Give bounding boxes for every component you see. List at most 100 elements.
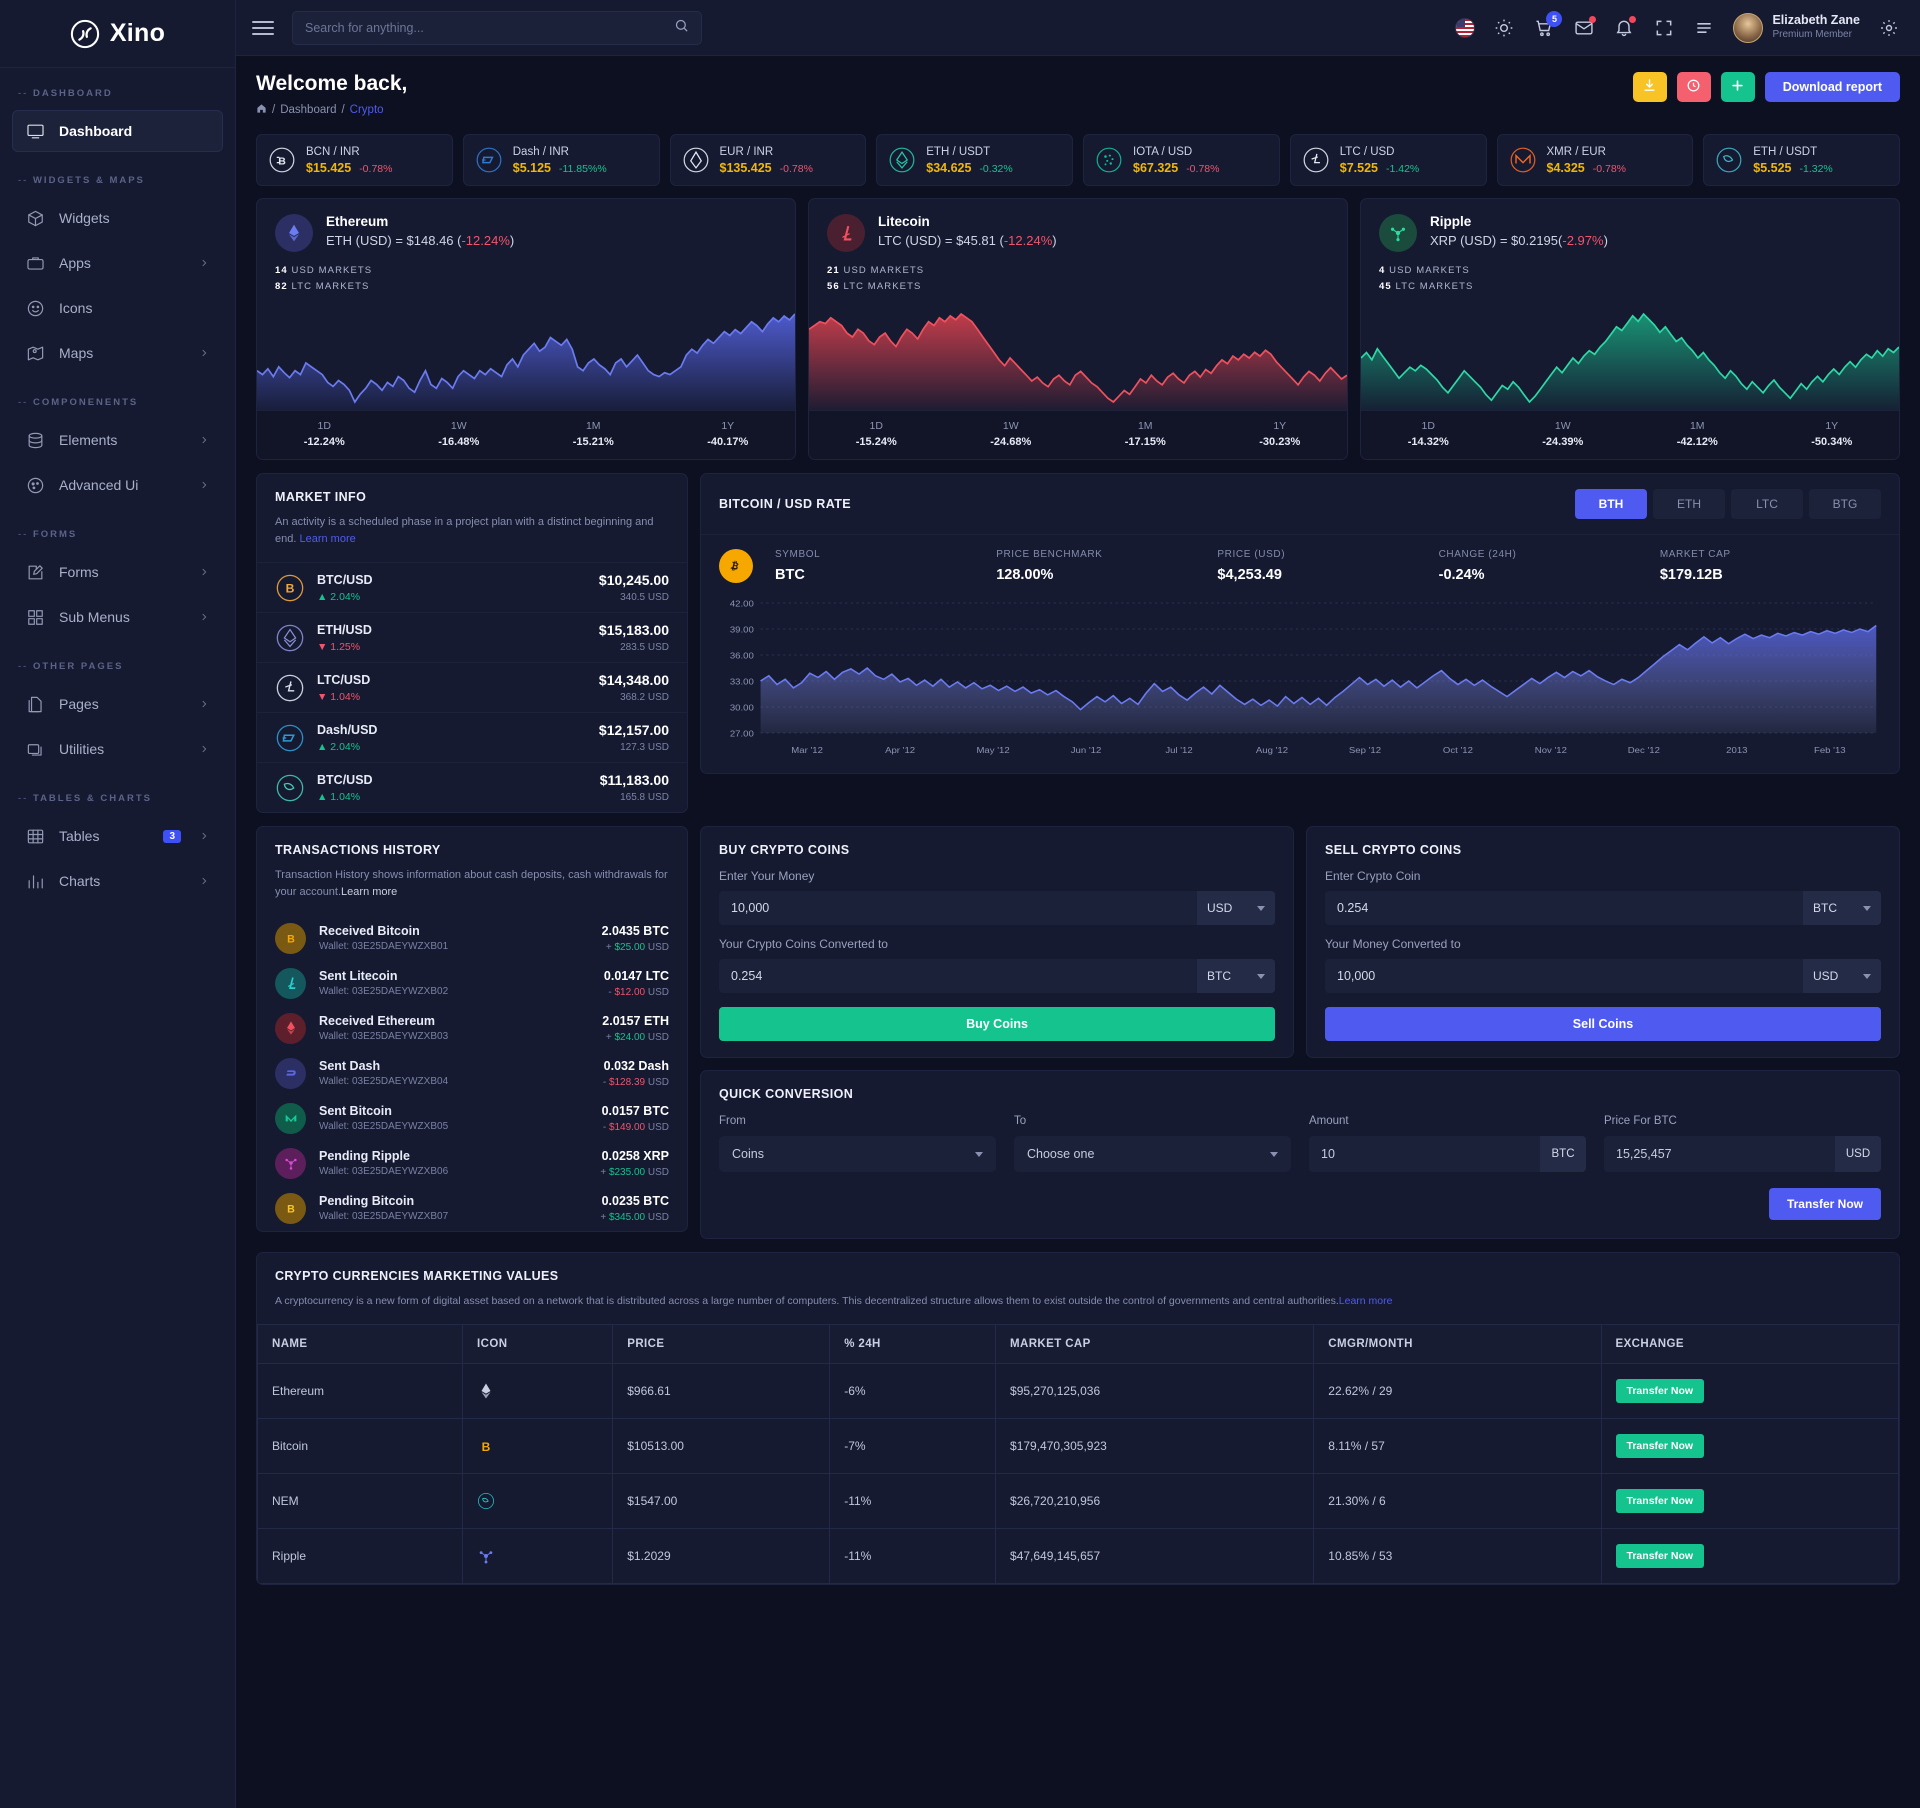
fullscreen-icon[interactable]: [1653, 17, 1675, 39]
menu-icon[interactable]: [252, 17, 274, 39]
period-cell[interactable]: 1D -14.32%: [1361, 420, 1496, 448]
sidebar-item-icons[interactable]: Icons: [12, 287, 223, 329]
sidebar-item-sub-menus[interactable]: Sub Menus: [12, 596, 223, 638]
buy-currency-select[interactable]: USD: [1197, 891, 1275, 926]
sidebar-item-charts[interactable]: Charts: [12, 860, 223, 902]
buy-coins-button[interactable]: Buy Coins: [719, 1007, 1275, 1042]
bell-icon[interactable]: [1613, 15, 1637, 39]
period-cell[interactable]: 1D -15.24%: [809, 420, 944, 448]
sidebar-item-apps[interactable]: Apps: [12, 242, 223, 284]
sell-converted-field[interactable]: USD: [1325, 959, 1881, 994]
period-cell[interactable]: 1Y -40.17%: [661, 420, 796, 448]
sidebar-item-elements[interactable]: Elements: [12, 419, 223, 461]
sell-coin-select[interactable]: BTC: [1803, 891, 1881, 926]
ticker-card[interactable]: ETH / USDT $34.625 -0.32%: [876, 134, 1073, 186]
transaction-row[interactable]: B Pending Bitcoin Wallet: 03E25DAEYWZXB07 0…: [257, 1186, 687, 1231]
market-info-learn-more-link[interactable]: Learn more: [299, 533, 355, 545]
qc-to-select[interactable]: Choose one: [1014, 1136, 1291, 1173]
buy-converted-field[interactable]: BTC: [719, 959, 1275, 994]
buy-amount-input[interactable]: [719, 891, 1197, 926]
sell-coins-button[interactable]: Sell Coins: [1325, 1007, 1881, 1042]
user-menu[interactable]: Elizabeth Zane Premium Member: [1733, 12, 1860, 43]
transaction-row[interactable]: Sent Litecoin Wallet: 03E25DAEYWZXB02 0.01…: [257, 961, 687, 1006]
flag-us-icon[interactable]: [1455, 17, 1476, 38]
transfer-now-button[interactable]: Transfer Now: [1615, 1433, 1705, 1458]
mail-icon[interactable]: [1573, 15, 1597, 39]
ticker-card[interactable]: EUR / INR $135.425 -0.78%: [669, 134, 867, 186]
ticker-card[interactable]: LTC / USD $7.525 -1.42%: [1289, 134, 1487, 186]
ticker-card[interactable]: XMR / EUR $4.325 -0.78%: [1496, 134, 1694, 186]
sell-currency-select[interactable]: USD: [1803, 959, 1881, 994]
transaction-row[interactable]: Received Ethereum Wallet: 03E25DAEYWZXB03…: [257, 1006, 687, 1051]
download-report-button[interactable]: Download report: [1764, 72, 1900, 102]
sidebar-item-advanced-ui[interactable]: Advanced Ui: [12, 464, 223, 506]
transfer-now-button[interactable]: Transfer Now: [1615, 1488, 1705, 1513]
period-cell[interactable]: 1Y -30.23%: [1213, 420, 1348, 448]
period-cell[interactable]: 1D -12.24%: [257, 420, 392, 448]
transaction-row[interactable]: B Received Bitcoin Wallet: 03E25DAEYWZXB01…: [257, 916, 687, 961]
search-icon[interactable]: [674, 18, 689, 38]
buy-coin-select[interactable]: BTC: [1197, 959, 1275, 994]
sidebar-item-maps[interactable]: Maps: [12, 332, 223, 374]
rate-tab-eth[interactable]: ETH: [1653, 489, 1725, 520]
home-icon[interactable]: [256, 103, 267, 117]
period-cell[interactable]: 1W -24.39%: [1496, 420, 1631, 448]
sell-amount-field[interactable]: BTC: [1325, 891, 1881, 926]
period-cell[interactable]: 1W -24.68%: [944, 420, 1079, 448]
sidebar-item-utilities[interactable]: Utilities: [12, 728, 223, 770]
search-box[interactable]: [292, 10, 702, 45]
ticker-card[interactable]: ETH / USDT $5.525 -1.32%: [1703, 134, 1900, 186]
period-cell[interactable]: 1Y -50.34%: [1765, 420, 1900, 448]
period-cell[interactable]: 1M -17.15%: [1078, 420, 1213, 448]
transfer-now-button[interactable]: Transfer Now: [1615, 1543, 1705, 1568]
market-info-row[interactable]: LTC/USD ▼ 1.04% $14,348.00 368.2 USD: [257, 662, 687, 712]
rate-tab-bth[interactable]: BTH: [1575, 489, 1647, 520]
qc-price-field[interactable]: USD: [1604, 1136, 1881, 1173]
brightness-icon[interactable]: [1493, 17, 1515, 39]
market-info-row[interactable]: B BTC/USD ▲ 2.04% $10,245.00 340.5 USD: [257, 562, 687, 612]
sell-converted-input[interactable]: [1325, 959, 1803, 994]
sidebar-item-dashboard[interactable]: Dashboard: [12, 110, 223, 152]
period-cell[interactable]: 1M -15.21%: [526, 420, 661, 448]
sidebar-item-tables[interactable]: Tables 3: [12, 815, 223, 857]
qc-price-input[interactable]: [1604, 1136, 1835, 1173]
cell-exchange: Transfer Now: [1601, 1363, 1899, 1419]
search-input[interactable]: [305, 20, 674, 35]
transaction-row[interactable]: Sent Dash Wallet: 03E25DAEYWZXB04 0.032 Da…: [257, 1051, 687, 1096]
list-icon[interactable]: [1693, 17, 1715, 39]
marketing-learn-more-link[interactable]: Learn more: [1339, 1295, 1393, 1307]
breadcrumb-dashboard[interactable]: Dashboard: [280, 104, 336, 116]
add-button[interactable]: [1720, 72, 1755, 102]
transfer-now-button[interactable]: Transfer Now: [1615, 1378, 1705, 1403]
ticker-pair: XMR / EUR: [1546, 145, 1606, 158]
gear-icon[interactable]: [1878, 17, 1900, 39]
rate-tab-ltc[interactable]: LTC: [1731, 489, 1803, 520]
qc-amount-field[interactable]: BTC: [1309, 1136, 1586, 1173]
ticker-card[interactable]: Dash / INR $5.125 -11.85%%: [462, 134, 660, 186]
ticker-card[interactable]: B BCN / INR $15.425 -0.78%: [256, 134, 453, 186]
brand[interactable]: Xino: [0, 0, 235, 68]
qc-amount-input[interactable]: [1309, 1136, 1540, 1173]
period-cell[interactable]: 1W -16.48%: [392, 420, 527, 448]
transactions-learn-more-link[interactable]: Learn more: [341, 886, 397, 898]
transaction-row[interactable]: Sent Bitcoin Wallet: 03E25DAEYWZXB05 0.015…: [257, 1096, 687, 1141]
market-info-row[interactable]: BTC/USD ▲ 1.04% $11,183.00 165.8 USD: [257, 762, 687, 812]
buy-amount-field[interactable]: USD: [719, 891, 1275, 926]
period-cell[interactable]: 1M -42.12%: [1630, 420, 1765, 448]
sidebar-item-forms[interactable]: Forms: [12, 551, 223, 593]
rate-tab-btg[interactable]: BTG: [1809, 489, 1881, 520]
qc-transfer-now-button[interactable]: Transfer Now: [1768, 1188, 1881, 1221]
ticker-card[interactable]: IOTA / USD $67.325 -0.78%: [1083, 134, 1280, 186]
sidebar-item-widgets[interactable]: Widgets: [12, 197, 223, 239]
market-info-row[interactable]: ETH/USD ▼ 1.25% $15,183.00 283.5 USD: [257, 612, 687, 662]
download-button[interactable]: [1632, 72, 1667, 102]
qc-from-select[interactable]: Coins: [719, 1136, 996, 1173]
market-info-row[interactable]: Dash/USD ▲ 2.04% $12,157.00 127.3 USD: [257, 712, 687, 762]
sidebar-nav: DASHBOARD Dashboard WIDGETS & MAPS Widgets A…: [0, 68, 235, 902]
history-button[interactable]: [1676, 72, 1711, 102]
cart-icon[interactable]: 5: [1533, 10, 1563, 39]
sell-amount-input[interactable]: [1325, 891, 1803, 926]
buy-converted-input[interactable]: [719, 959, 1197, 994]
sidebar-item-pages[interactable]: Pages: [12, 683, 223, 725]
transaction-row[interactable]: Pending Ripple Wallet: 03E25DAEYWZXB06 0.0…: [257, 1141, 687, 1186]
